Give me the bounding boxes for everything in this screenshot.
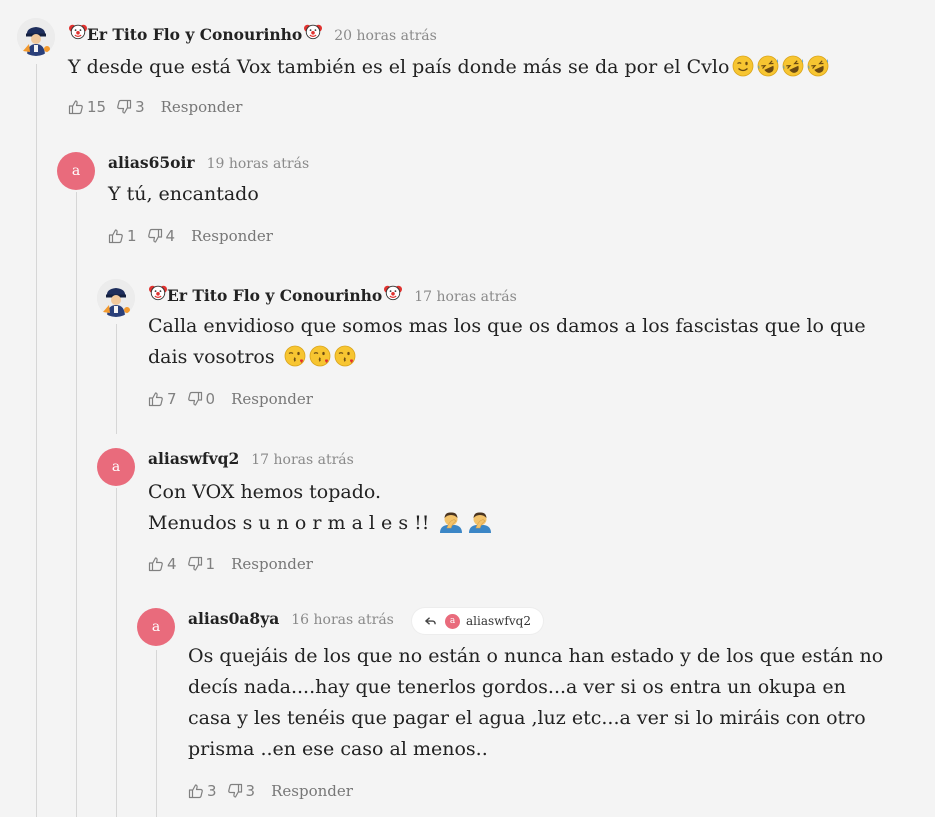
comment-text: Calla envidioso que somos mas los que os… [148,315,866,368]
person-facepalming-emoji [438,511,464,533]
clown-icon [69,22,87,40]
face-blowing-kiss-emoji [334,345,356,367]
dislike-button[interactable]: 3 [227,782,256,800]
thread-line [156,650,157,817]
clown-icon [384,283,402,301]
clown-icon [304,22,322,40]
thumbs-up-icon [188,783,204,799]
clown-icon [149,283,167,301]
like-count: 1 [127,227,137,245]
reply-arrow-icon [424,615,437,628]
comment-text: Con VOX hemos topado. Menudos s u n o r … [148,477,928,539]
dislike-button[interactable]: 1 [187,555,216,573]
reply-to-tag[interactable]: a aliaswfvq2 [412,608,543,634]
face-blowing-kiss-emoji [309,345,331,367]
comment-text: Y tú, encantado [108,183,259,205]
reply-to-avatar: a [445,613,460,629]
comment-author[interactable]: alias0a8ya [188,609,279,628]
thumbs-down-icon [116,99,132,115]
like-button[interactable]: 4 [148,555,177,573]
comment-time: 17 horas atrás [251,452,354,468]
comment-text: Y desde que está Vox también es el país … [68,52,928,83]
thumbs-up-icon [148,556,164,572]
comment-author[interactable]: aliaswfvq2 [148,449,239,468]
dislike-count: 3 [245,782,256,800]
avatar[interactable] [17,18,55,56]
like-count: 7 [167,390,177,408]
rolling-laughing-emoji [782,55,804,77]
dislike-button[interactable]: 3 [116,98,145,116]
comment-time: 16 horas atrás [291,612,394,628]
rolling-laughing-emoji [807,55,829,77]
avatar[interactable]: a [57,152,95,190]
comment-time: 20 horas atrás [334,28,437,44]
dislike-button[interactable]: 4 [147,227,176,245]
thumbs-up-icon [108,228,124,244]
comment-author[interactable]: alias65oir [108,153,195,172]
thumbs-down-icon [147,228,163,244]
thread-line [116,324,117,434]
person-facepalming-emoji [467,511,493,533]
comment-text: Os quejáis de los que no están o nunca h… [188,645,884,760]
avatar[interactable] [97,279,135,317]
dislike-count: 0 [205,390,216,408]
dislike-count: 4 [165,227,176,245]
reply-button[interactable]: Responder [191,227,273,245]
dislike-count: 3 [135,98,145,116]
thumbs-down-icon [227,783,243,799]
like-count: 3 [207,782,217,800]
comment-time: 19 horas atrás [206,156,310,172]
rolling-laughing-emoji [757,55,779,77]
reply-button[interactable]: Responder [271,782,353,800]
like-count: 4 [167,555,177,573]
avatar[interactable]: a [137,608,175,646]
reply-to-author: aliaswfvq2 [466,614,531,628]
reply-button[interactable]: Responder [161,98,243,116]
comment-time: 17 horas atrás [414,289,517,305]
thumbs-down-icon [187,391,203,407]
like-button[interactable]: 15 [68,98,106,116]
like-button[interactable]: 3 [188,782,217,800]
avatar[interactable]: a [97,448,135,486]
like-button[interactable]: 7 [148,390,177,408]
winking-face-emoji [732,55,754,77]
reply-button[interactable]: Responder [231,555,313,573]
thumbs-up-icon [68,99,84,115]
comment-author[interactable]: Er Tito Flo y Conourinho [167,286,382,305]
like-count: 15 [87,98,107,116]
like-button[interactable]: 1 [108,227,137,245]
thread-line [116,488,117,817]
dislike-count: 1 [205,555,216,573]
thread-line [76,192,77,817]
thumbs-up-icon [148,391,164,407]
thread-line [36,64,37,817]
thumbs-down-icon [187,556,203,572]
reply-button[interactable]: Responder [231,390,313,408]
comment-author[interactable]: Er Tito Flo y Conourinho [87,25,302,44]
face-blowing-kiss-emoji [284,345,306,367]
dislike-button[interactable]: 0 [187,390,216,408]
